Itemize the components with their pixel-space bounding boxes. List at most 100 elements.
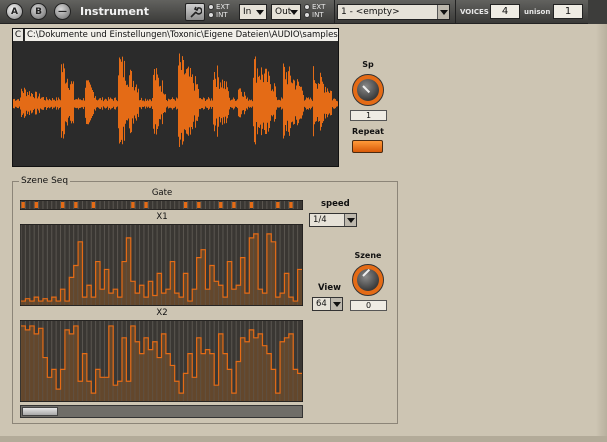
step-bar[interactable]	[253, 337, 259, 401]
slot-b-button[interactable]: B	[30, 3, 47, 20]
step-bar[interactable]	[170, 261, 175, 305]
step-bar[interactable]	[148, 349, 153, 401]
gate-step[interactable]	[183, 202, 188, 208]
step-bar[interactable]	[262, 293, 267, 305]
gate-step[interactable]	[74, 202, 78, 208]
step-bar[interactable]	[196, 337, 202, 401]
step-bar[interactable]	[253, 233, 259, 305]
step-bar[interactable]	[192, 377, 197, 401]
step-bar[interactable]	[161, 333, 166, 401]
step-bar[interactable]	[86, 285, 92, 305]
step-bar[interactable]	[104, 377, 109, 401]
gate-step[interactable]	[21, 202, 25, 208]
step-bar[interactable]	[73, 325, 79, 401]
step-bar[interactable]	[266, 233, 272, 305]
radio-int-out[interactable]	[304, 12, 310, 18]
step-bar[interactable]	[69, 333, 74, 401]
step-bar[interactable]	[148, 281, 153, 305]
waveform[interactable]	[13, 42, 338, 166]
radio-ext-in[interactable]	[208, 4, 214, 10]
output-sync-radio[interactable]: EXT INT	[304, 3, 325, 19]
step-bar[interactable]	[152, 341, 158, 401]
preset-select[interactable]: 1 - <empty>	[337, 4, 450, 20]
step-bar[interactable]	[284, 337, 289, 401]
step-bar[interactable]	[100, 377, 105, 401]
step-bar[interactable]	[34, 333, 39, 401]
slot-a-button[interactable]: A	[6, 3, 23, 20]
step-bar[interactable]	[183, 273, 188, 305]
step-bar[interactable]	[288, 333, 294, 401]
repeat-button[interactable]	[352, 140, 383, 153]
step-bar[interactable]	[82, 297, 87, 305]
seq-scrollbar[interactable]	[20, 405, 303, 418]
step-bar[interactable]	[126, 381, 131, 401]
gate-step[interactable]	[144, 202, 148, 208]
step-bar[interactable]	[135, 293, 140, 305]
step-bar[interactable]	[135, 341, 140, 401]
step-bar[interactable]	[56, 389, 61, 401]
step-bar[interactable]	[25, 298, 30, 305]
gate-step[interactable]	[276, 202, 280, 208]
step-bar[interactable]	[187, 353, 193, 401]
gate-step[interactable]	[249, 202, 254, 208]
step-bar[interactable]	[170, 365, 175, 401]
step-bar[interactable]	[244, 341, 250, 401]
step-bar[interactable]	[121, 337, 127, 401]
step-bar[interactable]	[161, 293, 166, 305]
szene-value[interactable]: 0	[350, 300, 387, 311]
step-bar[interactable]	[69, 277, 74, 305]
step-bar[interactable]	[60, 289, 65, 305]
step-bar[interactable]	[64, 329, 70, 401]
step-bar[interactable]	[51, 297, 57, 305]
input-sync-radio[interactable]: EXT INT	[208, 3, 229, 19]
step-bar[interactable]	[152, 295, 158, 305]
step-bar[interactable]	[258, 289, 263, 305]
step-bar[interactable]	[275, 393, 281, 401]
gate-step[interactable]	[91, 202, 96, 208]
step-bar[interactable]	[240, 337, 245, 401]
sp-value[interactable]: 1	[350, 110, 387, 121]
gate-step[interactable]	[131, 202, 135, 208]
step-bar[interactable]	[157, 273, 162, 305]
voices-field[interactable]: 4	[490, 4, 520, 19]
step-bar[interactable]	[117, 381, 122, 401]
step-bar[interactable]	[117, 297, 122, 305]
sample-display[interactable]: C C:\Dokumente und Einstellungen\Toxonic…	[12, 28, 339, 167]
step-bar[interactable]	[214, 281, 219, 305]
step-bar[interactable]	[165, 289, 171, 305]
step-bar[interactable]	[25, 329, 30, 401]
step-bar[interactable]	[51, 369, 57, 401]
step-bar[interactable]	[113, 289, 118, 305]
step-bar[interactable]	[42, 357, 48, 401]
szene-knob[interactable]	[352, 264, 384, 296]
step-bar[interactable]	[249, 329, 254, 401]
speed-select[interactable]: 1/4	[309, 213, 357, 227]
step-bar[interactable]	[201, 249, 206, 305]
step-bar[interactable]	[192, 289, 197, 305]
x2-lane[interactable]	[20, 320, 303, 402]
step-bar[interactable]	[284, 273, 289, 305]
step-bar[interactable]	[174, 293, 180, 305]
step-bar[interactable]	[91, 393, 96, 401]
step-bar[interactable]	[78, 241, 83, 305]
step-bar[interactable]	[126, 237, 131, 305]
step-bar[interactable]	[201, 353, 206, 401]
step-bar[interactable]	[143, 297, 149, 305]
step-bar[interactable]	[91, 297, 96, 305]
step-bar[interactable]	[174, 381, 180, 401]
scrollbar-thumb[interactable]	[22, 407, 58, 416]
step-bar[interactable]	[218, 285, 223, 305]
step-bar[interactable]	[214, 385, 219, 401]
step-bar[interactable]	[29, 325, 35, 401]
step-bar[interactable]	[209, 265, 215, 306]
step-bar[interactable]	[113, 385, 118, 401]
step-bar[interactable]	[249, 237, 254, 305]
step-bar[interactable]	[271, 241, 276, 305]
step-bar[interactable]	[139, 285, 144, 305]
gate-step[interactable]	[197, 202, 201, 208]
step-bar[interactable]	[231, 289, 237, 305]
step-bar[interactable]	[95, 369, 101, 401]
step-bar[interactable]	[130, 325, 136, 401]
input-select[interactable]: In	[239, 4, 267, 20]
gate-lane[interactable]	[20, 200, 303, 210]
